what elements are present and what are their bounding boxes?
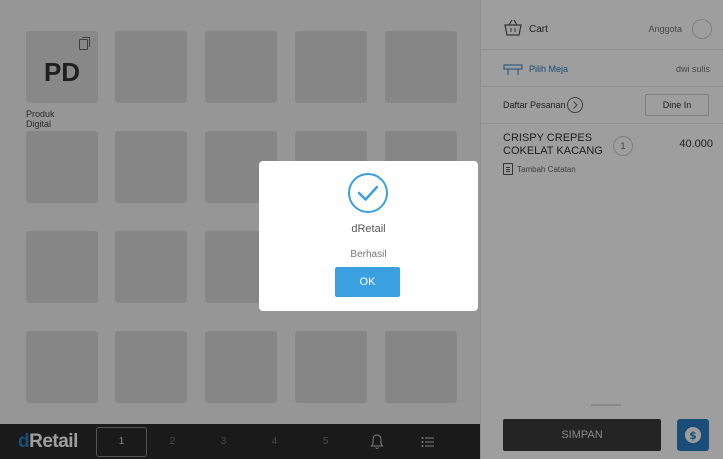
ok-button[interactable]: OK	[335, 267, 400, 297]
dialog-message: Berhasil	[350, 249, 387, 260]
dialog-title: dRetail	[351, 223, 386, 235]
success-dialog: dRetail Berhasil OK	[259, 161, 478, 311]
check-circle-icon	[347, 172, 389, 219]
